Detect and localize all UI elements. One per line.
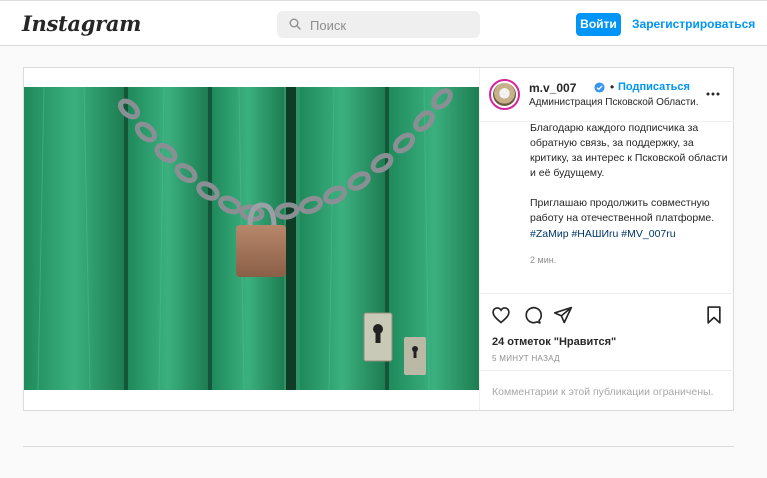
- verified-badge-icon: [594, 82, 605, 93]
- more-options-icon[interactable]: [706, 92, 720, 96]
- actions-divider: [480, 293, 734, 294]
- comments-disabled-notice: Комментарии к этой публикации ограничены…: [492, 386, 714, 398]
- green-door-padlock-photo: [24, 87, 479, 390]
- comment-icon[interactable]: [522, 305, 542, 325]
- top-navigation-bar: Instagram Поиск Войти Зарегистрироваться: [0, 0, 767, 46]
- login-button[interactable]: Войти: [576, 13, 621, 36]
- post-header: m.v_007 • Подписаться Администрация Пско…: [480, 68, 734, 122]
- post-sidebar: m.v_007 • Подписаться Администрация Пско…: [479, 68, 734, 410]
- signup-link[interactable]: Зарегистрироваться: [632, 17, 755, 31]
- separator-dot: •: [610, 80, 615, 94]
- caption-time: 2 мин.: [530, 255, 557, 265]
- post-card: m.v_007 • Подписаться Администрация Пско…: [23, 67, 734, 411]
- post-timestamp: 5 МИНУТ НАЗАД: [492, 354, 560, 363]
- comments-area: Комментарии к этой публикации ограничены…: [480, 370, 734, 410]
- footer-divider: [23, 446, 734, 447]
- search-box[interactable]: Поиск: [277, 11, 480, 38]
- caption-paragraph: Приглашаю продолжить совместную работу н…: [530, 197, 715, 224]
- paper-plane-icon[interactable]: [553, 305, 573, 325]
- avatar-image: [493, 83, 516, 106]
- follow-button[interactable]: Подписаться: [618, 81, 690, 93]
- username[interactable]: m.v_007: [529, 81, 576, 95]
- heart-icon[interactable]: [491, 305, 511, 325]
- post-location[interactable]: Администрация Псковской Области.: [529, 97, 699, 108]
- search-placeholder: Поиск: [310, 18, 347, 33]
- search-icon: [289, 18, 301, 30]
- hashtags[interactable]: #ZaМир #НАШИru #MV_007ru: [530, 228, 676, 240]
- post-image: [24, 87, 479, 390]
- avatar[interactable]: [489, 79, 520, 110]
- caption-paragraph: Благодарю каждого подписчика за обратную…: [530, 122, 728, 179]
- likes-count[interactable]: 24 отметок "Нравится": [492, 336, 616, 348]
- bookmark-icon[interactable]: [704, 305, 724, 325]
- post-caption: Благодарю каждого подписчика за обратную…: [530, 121, 730, 241]
- instagram-logo[interactable]: Instagram: [22, 11, 141, 36]
